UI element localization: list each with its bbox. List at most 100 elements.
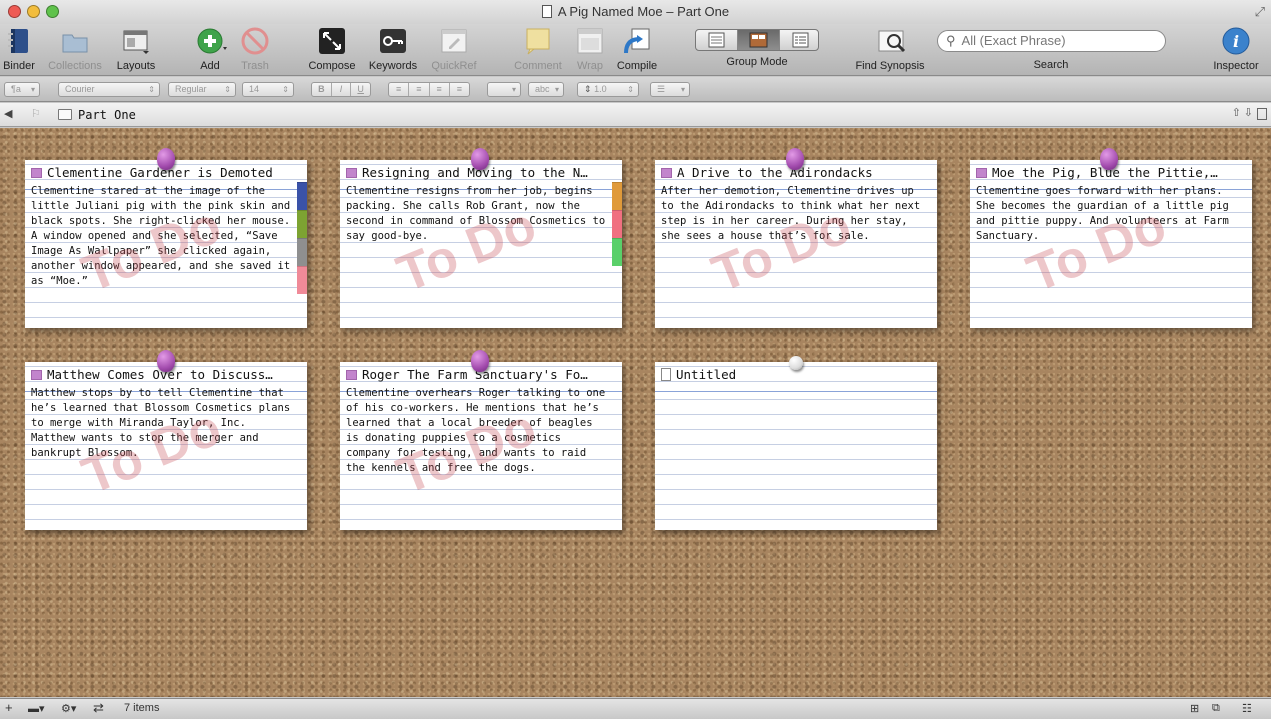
card-synopsis[interactable]: After her demotion, Clementine drives up…	[661, 184, 923, 244]
paragraph-style-popup[interactable]: ¶a ▾	[4, 82, 40, 97]
document-icon	[31, 168, 42, 178]
quickref-icon	[440, 27, 468, 55]
index-card[interactable]: Moe the Pig, Blue the Pittie,… Clementin…	[970, 160, 1252, 328]
gear-icon[interactable]: ⚙▾	[61, 702, 76, 715]
add-icon[interactable]: +	[5, 700, 13, 715]
push-pin-icon	[471, 148, 489, 170]
wrap-button[interactable]: Wrap	[570, 24, 610, 76]
push-pin-icon	[1100, 148, 1118, 170]
font-style-popup[interactable]: Regular ⇕	[168, 82, 236, 97]
down-arrow-icon[interactable]: ⇩	[1244, 106, 1253, 119]
add-button[interactable]: Add	[190, 24, 230, 76]
card-synopsis[interactable]: Matthew stops by to tell Clementine that…	[31, 386, 293, 461]
split-editor-icon[interactable]	[1257, 108, 1267, 120]
index-card[interactable]: Clementine Gardener is Demoted Clementin…	[25, 160, 307, 328]
text-color-popup[interactable]: ▾	[487, 82, 521, 97]
status-bar: + ▬▾ ⚙▾ ⇄ 7 items ⊞ ⧉ ☷	[0, 698, 1271, 719]
card-options-icon[interactable]: ☷	[1242, 702, 1252, 715]
compose-button[interactable]: Compose	[304, 24, 360, 76]
fullscreen-icon[interactable]: ⤢	[1255, 4, 1265, 20]
outline-mode-segment[interactable]	[780, 30, 821, 50]
keywords-button[interactable]: Keywords	[364, 24, 422, 76]
add-icon	[196, 27, 227, 55]
freeform-layout-icon[interactable]: ⧉	[1212, 702, 1220, 715]
label-bar	[612, 238, 622, 266]
search-icon: ⚲	[946, 33, 956, 48]
index-card[interactable]: Resigning and Moving to the N… Clementin…	[340, 160, 622, 328]
underline-button[interactable]: U	[351, 83, 370, 96]
document-icon	[661, 168, 672, 178]
document-icon	[976, 168, 987, 178]
list-style-popup[interactable]: ☰ ▾	[650, 82, 690, 97]
info-icon: i	[1222, 27, 1250, 55]
label-bar	[612, 182, 622, 210]
grid-layout-icon[interactable]: ⊞	[1190, 702, 1199, 715]
label-bar	[297, 266, 307, 294]
highlight-color-popup[interactable]: abc ▾	[528, 82, 564, 97]
search-field[interactable]: ⚲ All (Exact Phrase)	[937, 30, 1166, 52]
label-color-bars	[612, 182, 622, 266]
item-count: 7 items	[124, 702, 160, 714]
add-folder-icon[interactable]: ▬▾	[28, 702, 45, 715]
forward-arrow-icon[interactable]: ⚐	[31, 107, 41, 120]
align-right-icon[interactable]: ≡	[430, 83, 450, 96]
collections-icon	[61, 27, 89, 55]
find-synopsis-icon	[876, 27, 906, 55]
scrivenings-mode-segment[interactable]	[696, 30, 738, 50]
justify-icon[interactable]: ≡	[450, 83, 469, 96]
push-pin-icon	[786, 148, 804, 170]
document-icon	[31, 370, 42, 380]
card-title[interactable]: A Drive to the Adirondacks	[677, 165, 873, 180]
push-pin-icon	[157, 148, 175, 170]
comment-icon	[524, 27, 552, 55]
push-pin-icon	[157, 350, 175, 372]
collections-button[interactable]: Collections	[44, 24, 106, 76]
breadcrumb[interactable]: Part One	[58, 108, 136, 122]
align-center-icon[interactable]: ≡	[409, 83, 430, 96]
window-title: A Pig Named Moe – Part One	[0, 4, 1271, 19]
index-card[interactable]: Roger The Farm Sanctuary's Fo… Clementin…	[340, 362, 622, 530]
text-style-segments: B I U	[311, 82, 371, 97]
corkboard-mode-segment[interactable]	[738, 30, 780, 50]
quickref-button[interactable]: QuickRef	[426, 24, 482, 76]
group-mode-control[interactable]: Group Mode	[694, 24, 820, 76]
card-synopsis[interactable]: Clementine overhears Roger talking to on…	[346, 386, 608, 476]
up-arrow-icon[interactable]: ⇧	[1232, 106, 1241, 119]
font-size-popup[interactable]: 14 ⇕	[242, 82, 294, 97]
comment-button[interactable]: Comment	[509, 24, 567, 76]
card-synopsis[interactable]: Clementine stared at the image of the li…	[31, 184, 293, 289]
font-family-popup[interactable]: Courier ⇕	[58, 82, 160, 97]
card-title[interactable]: Untitled	[676, 367, 736, 382]
align-left-icon[interactable]: ≡	[389, 83, 410, 96]
blank-document-icon	[661, 368, 671, 381]
index-card[interactable]: Untitled	[655, 362, 937, 530]
alignment-segments: ≡ ≡ ≡ ≡	[388, 82, 470, 97]
find-synopsis-button[interactable]: Find Synopsis	[850, 24, 930, 76]
document-proxy-icon[interactable]	[541, 5, 552, 18]
trash-button[interactable]: Trash	[236, 24, 274, 76]
line-spacing-popup[interactable]: ⇕ 1.0 ⇕	[577, 82, 639, 97]
layouts-button[interactable]: Layouts	[112, 24, 160, 76]
card-synopsis[interactable]: Clementine resigns from her job, begins …	[346, 184, 608, 244]
label-bar	[297, 210, 307, 238]
inspector-button[interactable]: i Inspector	[1208, 24, 1264, 76]
search-label-area: Search	[1033, 59, 1069, 71]
bold-button[interactable]: B	[312, 83, 332, 96]
list-icon: ☰	[657, 84, 666, 94]
label-bar	[612, 210, 622, 238]
italic-button[interactable]: I	[332, 83, 352, 96]
format-bar: ¶a ▾ Courier ⇕ Regular ⇕ 14 ⇕ B I U ≡ ≡ ≡ ≡ …	[0, 77, 1271, 102]
card-synopsis[interactable]: Clementine goes forward with her plans. …	[976, 184, 1238, 244]
label-bar	[297, 238, 307, 266]
push-pin-icon	[789, 356, 803, 370]
swap-arrows-icon[interactable]: ⇄	[93, 700, 104, 716]
back-arrow-icon[interactable]: ◀	[4, 107, 12, 120]
editor-header-bar: ◀ ⚐ Part One ⇧ ⇩	[0, 103, 1271, 127]
compile-button[interactable]: Compile	[612, 24, 662, 76]
folder-icon	[58, 109, 72, 120]
binder-button[interactable]: Binder	[0, 24, 38, 76]
index-card[interactable]: A Drive to the Adirondacks After her dem…	[655, 160, 937, 328]
index-card[interactable]: Matthew Comes Over to Discuss… Matthew s…	[25, 362, 307, 530]
main-toolbar: Binder Collections Layouts Add Trash Com…	[0, 24, 1271, 76]
wrap-icon	[576, 27, 604, 55]
